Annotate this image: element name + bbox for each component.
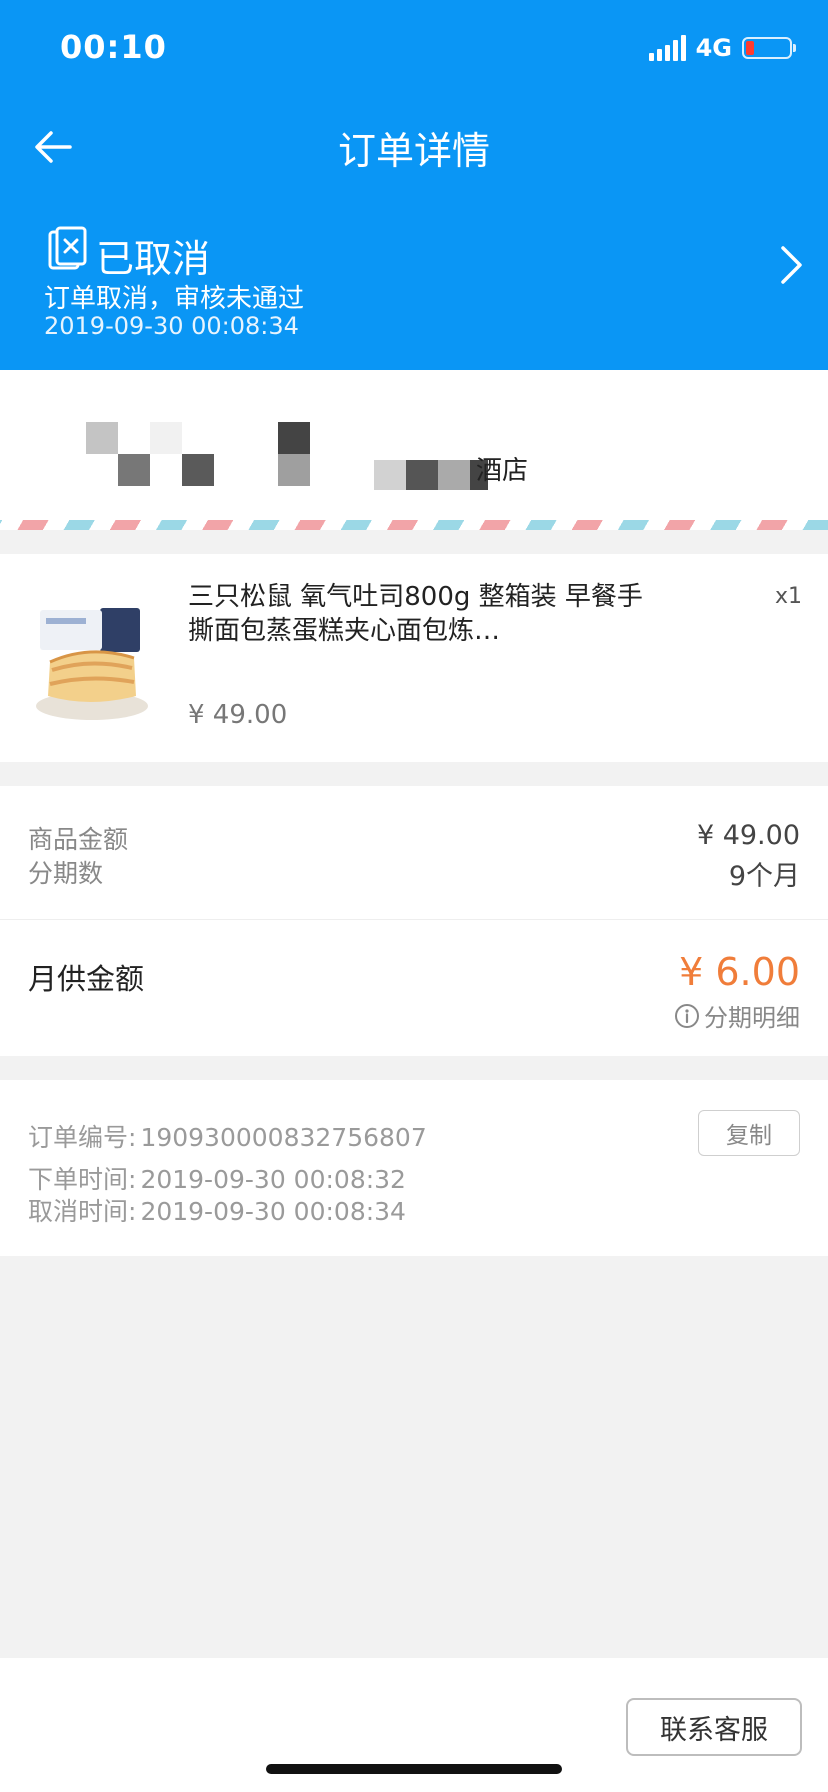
- order-status-time: 2019-09-30 00:08:34: [44, 312, 299, 340]
- product-card[interactable]: 三只松鼠 氧气吐司800g 整箱装 早餐手撕面包蒸蛋糕夹心面包炼… x1 ¥ 4…: [0, 554, 828, 762]
- home-indicator[interactable]: [266, 1764, 562, 1774]
- pixelated-shop-name: [80, 422, 500, 492]
- info-icon: [675, 1003, 699, 1028]
- order-cancelled-row: 取消时间: 2019-09-30 00:08:34: [28, 1192, 406, 1228]
- cancelled-order-icon: [48, 226, 87, 270]
- signal-icon: [648, 35, 686, 61]
- airmail-stripe-divider: [0, 520, 828, 530]
- product-title: 三只松鼠 氧气吐司800g 整箱装 早餐手撕面包蒸蛋糕夹心面包炼…: [188, 582, 643, 646]
- goods-amount-value: ¥ 49.00: [696, 820, 800, 851]
- order-placed-row: 下单时间: 2019-09-30 00:08:32: [28, 1160, 406, 1196]
- status-indicators: 4G: [648, 32, 796, 64]
- installments-value: 9个月: [728, 861, 800, 892]
- order-placed-value: 2019-09-30 00:08:32: [140, 1165, 406, 1194]
- status-time: 00:10: [60, 28, 167, 66]
- chevron-right-icon[interactable]: [776, 242, 806, 288]
- monthly-payment-label: 月供金额: [28, 962, 145, 996]
- shop-card[interactable]: 酒店: [0, 370, 828, 530]
- page-title: 订单详情: [337, 129, 490, 173]
- product-price: ¥ 49.00: [188, 700, 288, 730]
- order-cancelled-value: 2019-09-30 00:08:34: [140, 1197, 406, 1226]
- order-info-card: 订单编号: 190930000832756807 复制 下单时间: 2019-09-…: [0, 1080, 828, 1256]
- order-status-header: 00:10 4G 订单详情 已取消 订单取消，审核未通过 2019-09-30 …: [0, 0, 828, 370]
- amount-card: 商品金额 ¥ 49.00 分期数 9个月 月供金额 ¥ 6.00 分期明细: [0, 786, 828, 1056]
- network-type: 4G: [695, 34, 732, 62]
- order-placed-label: 下单时间:: [28, 1165, 137, 1194]
- order-number-value: 190930000832756807: [140, 1123, 427, 1152]
- shop-name-suffix: 酒店: [476, 456, 529, 486]
- goods-amount-row: 商品金额 ¥ 49.00: [28, 820, 800, 856]
- product-quantity: x1: [774, 584, 802, 609]
- monthly-payment-value: ¥ 6.00: [679, 950, 800, 994]
- contact-support-button[interactable]: 联系客服: [626, 1698, 802, 1756]
- divider: [0, 919, 828, 920]
- installment-detail-link[interactable]: 分期明细: [674, 998, 800, 1033]
- order-number-row: 订单编号: 190930000832756807: [28, 1118, 427, 1154]
- navigation-bar: 订单详情: [0, 108, 828, 182]
- battery-icon: [742, 37, 796, 59]
- copy-order-number-button[interactable]: 复制: [698, 1110, 800, 1156]
- installments-row: 分期数 9个月: [28, 854, 800, 892]
- order-cancelled-label: 取消时间:: [28, 1197, 137, 1226]
- order-status-card[interactable]: 已取消 订单取消，审核未通过 2019-09-30 00:08:34: [0, 222, 828, 342]
- installment-detail-label: 分期明细: [704, 1004, 800, 1032]
- order-status-title: 已取消: [96, 237, 211, 281]
- product-image: [36, 608, 148, 720]
- status-bar: 00:10 4G: [0, 0, 828, 100]
- installments-label: 分期数: [28, 859, 104, 888]
- goods-amount-label: 商品金额: [28, 825, 129, 854]
- order-status-description: 订单取消，审核未通过: [44, 284, 305, 314]
- order-number-label: 订单编号:: [28, 1123, 137, 1152]
